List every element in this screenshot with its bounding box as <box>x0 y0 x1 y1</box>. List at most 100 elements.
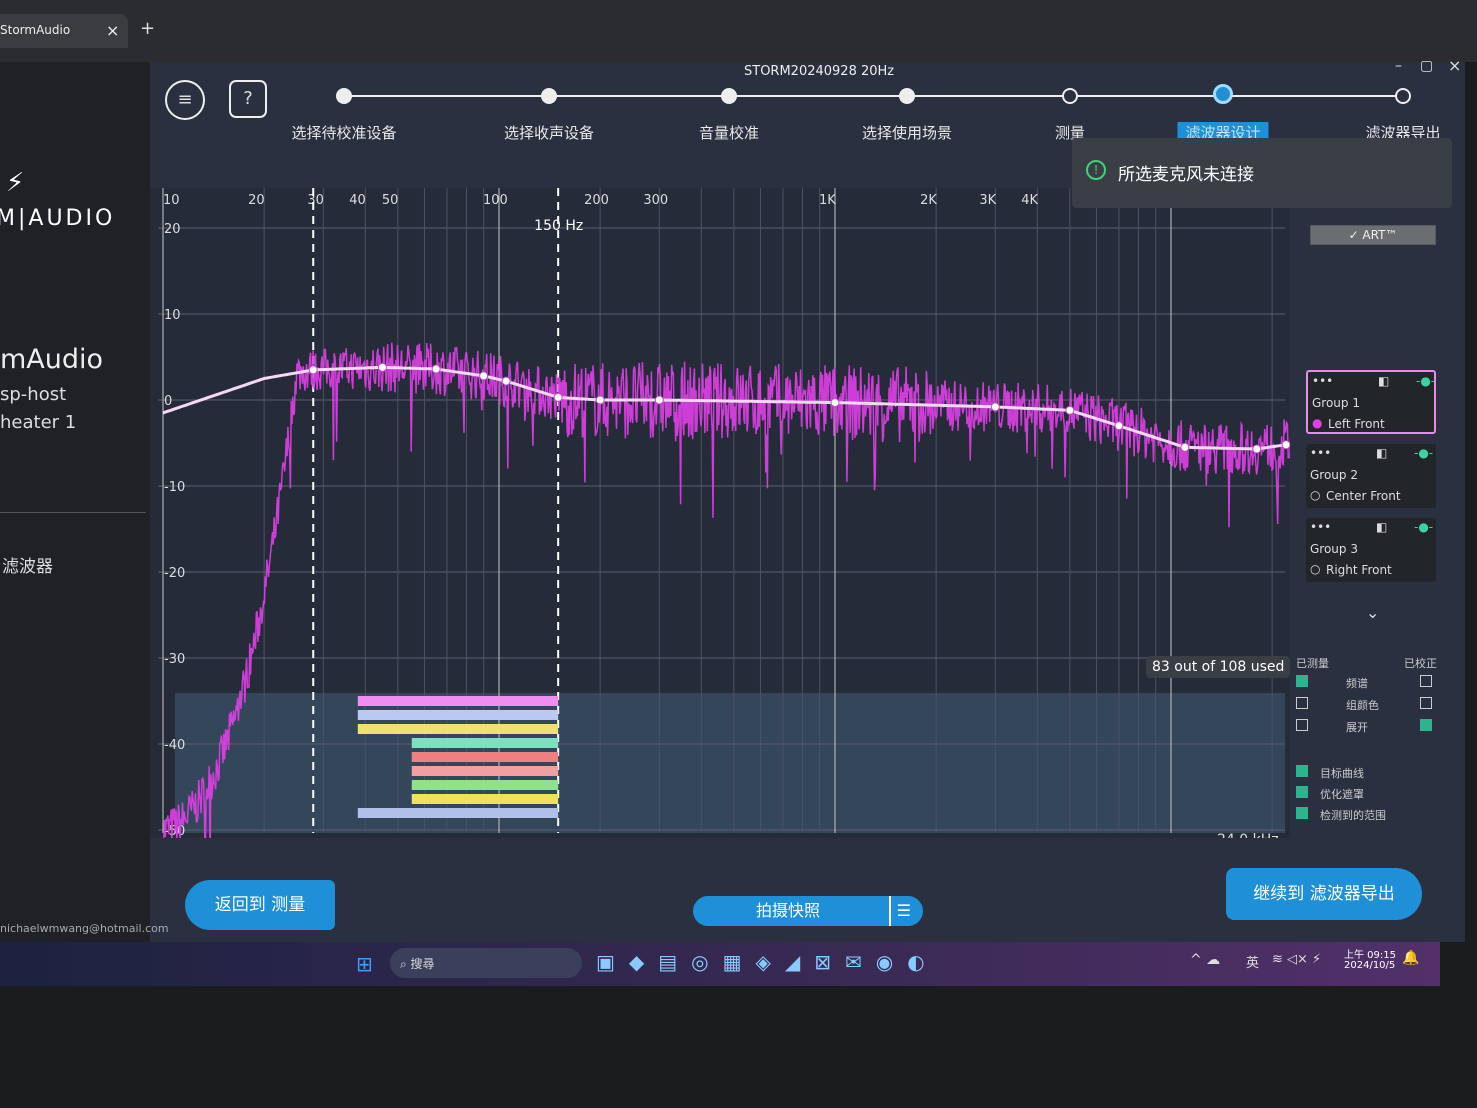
group-menu-icon[interactable]: ••• <box>1310 446 1331 460</box>
group-copy-icon[interactable]: ◧ <box>1376 520 1387 534</box>
chevron-down-icon[interactable]: ⌄ <box>1366 603 1379 622</box>
x-tick-label: 3K <box>979 193 996 208</box>
step-1-label[interactable]: 选择收声设备 <box>504 122 594 143</box>
option-label: 目标曲线 <box>1320 767 1364 780</box>
start-icon[interactable]: ⊞ <box>356 952 373 976</box>
step-0-dot[interactable] <box>336 88 352 104</box>
sidebar-item-filter[interactable]: 滤波器 <box>2 552 53 577</box>
tray-icons[interactable]: ^ ☁ <box>1190 952 1220 968</box>
filter-bar <box>411 794 559 804</box>
clock-date[interactable]: 2024/10/5 <box>1344 960 1395 971</box>
group-copy-icon[interactable]: ◧ <box>1376 446 1387 460</box>
maximize-button[interactable]: ▢ <box>1420 58 1433 74</box>
search-icon: ⌕ <box>400 957 411 971</box>
target-curve-point <box>595 395 605 405</box>
snapshot-label: 拍摄快照 <box>755 901 820 920</box>
x-tick-label: 1K <box>819 193 836 208</box>
group-link-icon[interactable]: -●- <box>1414 520 1433 534</box>
target-curve-point <box>990 402 1000 412</box>
group-link-icon[interactable]: -●- <box>1416 374 1435 388</box>
snapshot-button[interactable]: 拍摄快照 ☰ <box>693 896 923 926</box>
group-card-3[interactable]: ••• ◧ -●- Group 3 ○ Right Front <box>1306 518 1436 582</box>
corrected-checkbox-1[interactable] <box>1420 697 1432 709</box>
step-3-label[interactable]: 选择使用场景 <box>862 122 952 143</box>
y-tick-label: -30 <box>164 652 185 667</box>
option-checkbox-0[interactable] <box>1296 765 1308 777</box>
corrected-checkbox-2[interactable] <box>1420 719 1432 731</box>
target-curve-point <box>1252 444 1262 454</box>
step-4-dot[interactable] <box>1062 88 1078 104</box>
close-tab-icon[interactable]: × <box>106 21 119 40</box>
option-label: 检测到的范围 <box>1320 809 1386 822</box>
step-5-dot[interactable] <box>1213 84 1233 104</box>
step-6-dot[interactable] <box>1395 88 1411 104</box>
ime-indicator[interactable]: 英 <box>1246 952 1259 971</box>
filter-bar <box>357 710 559 720</box>
x-tick-label: 2K <box>920 193 937 208</box>
minimize-button[interactable]: – <box>1395 58 1402 74</box>
step-1-dot[interactable] <box>541 88 557 104</box>
app-name: mAudio <box>0 344 104 375</box>
help-button[interactable]: ? <box>229 80 267 118</box>
filter-bar <box>411 752 559 762</box>
back-to-measure-button[interactable]: 返回到 测量 <box>185 880 335 930</box>
clock-time[interactable]: 上午 09:15 <box>1344 946 1396 961</box>
channel-name[interactable]: Right Front <box>1326 563 1392 577</box>
group-menu-icon[interactable]: ••• <box>1310 520 1331 534</box>
right-panel: Dirac Live®Bass managementBass Control™✓… <box>1296 225 1446 835</box>
option-checkbox-2[interactable] <box>1296 807 1308 819</box>
taskbar-search[interactable]: ⌕ 搜尋 <box>390 948 582 978</box>
snapshot-list-icon[interactable]: ☰ <box>888 896 911 926</box>
group-copy-icon[interactable]: ◧ <box>1378 374 1389 388</box>
step-0-label[interactable]: 选择待校准设备 <box>291 122 396 143</box>
step-2-dot[interactable] <box>721 88 737 104</box>
measured-checkbox-1[interactable] <box>1296 697 1308 709</box>
step-3-dot[interactable] <box>899 88 915 104</box>
group-menu-icon[interactable]: ••• <box>1312 374 1333 388</box>
menu-button[interactable]: ≡ <box>165 80 205 120</box>
frequency-response-chart[interactable]: 20 10 0 -10 -20 -30 -40 -50 10 20 30 40 50 100 200 300 1… <box>150 188 1300 863</box>
filter-bar <box>357 696 559 706</box>
step-2-label[interactable]: 音量校准 <box>699 122 759 143</box>
notification-bell-icon[interactable]: 🔔 <box>1402 950 1419 966</box>
channel-name[interactable]: Center Front <box>1326 489 1401 503</box>
divider <box>0 512 146 513</box>
network-volume-icon[interactable]: ≋ ◁× ⚡ <box>1272 952 1321 967</box>
tab-title: StormAudio <box>0 23 71 37</box>
group-name: Group 1 <box>1312 396 1360 410</box>
group-card-2[interactable]: ••• ◧ -●- Group 2 ○ Center Front <box>1306 444 1436 508</box>
target-curve-point <box>1114 421 1124 431</box>
close-window-button[interactable]: × <box>1448 56 1461 75</box>
browser-tab[interactable]: StormAudio × <box>0 14 128 48</box>
corrected-label: 已校正 <box>1404 657 1437 670</box>
group-card-1[interactable]: ••• ◧ -●- Group 1 ● Left Front <box>1306 370 1436 434</box>
filter-bar <box>357 724 559 734</box>
theater-name: heater 1 <box>0 412 77 433</box>
target-curve-point <box>830 398 840 408</box>
marker-label: 150 Hz <box>534 218 583 234</box>
target-curve-point <box>654 395 664 405</box>
mode-button-3[interactable]: ✓ ART™ <box>1310 225 1436 245</box>
window-title: STORM20240928 20Hz <box>744 64 895 79</box>
group-link-icon[interactable]: -●- <box>1414 446 1433 460</box>
corrected-checkbox-0[interactable] <box>1420 675 1432 687</box>
x-tick-label: 50 <box>382 193 399 208</box>
y-tick-label: -40 <box>164 738 185 753</box>
logo-bolt-icon: ⚡ <box>6 168 25 198</box>
continue-to-export-button[interactable]: 继续到 滤波器导出 <box>1226 868 1422 920</box>
y-tick-label: 0 <box>164 394 172 409</box>
toggle-label: 频谱 <box>1346 677 1368 690</box>
new-tab-button[interactable]: + <box>140 18 155 39</box>
channel-name[interactable]: Left Front <box>1328 417 1385 431</box>
stepper-track <box>344 95 1404 97</box>
y-tick-label: 20 <box>164 222 181 237</box>
option-checkbox-1[interactable] <box>1296 786 1308 798</box>
pinned-apps-icon[interactable]: ▣◆▤◎▦◈◢⊠✉◉◐ <box>596 950 939 974</box>
x-tick-label: 40 <box>349 193 366 208</box>
chart-svg[interactable]: 20100-10-20-30-40-5010 20 30 40 50 100 200 300 1… <box>150 188 1300 863</box>
toggle-label: 组颜色 <box>1346 699 1379 712</box>
measured-checkbox-2[interactable] <box>1296 719 1308 731</box>
measured-checkbox-0[interactable] <box>1296 675 1308 687</box>
target-curve-point <box>1180 442 1190 452</box>
target-curve-point <box>553 392 563 402</box>
